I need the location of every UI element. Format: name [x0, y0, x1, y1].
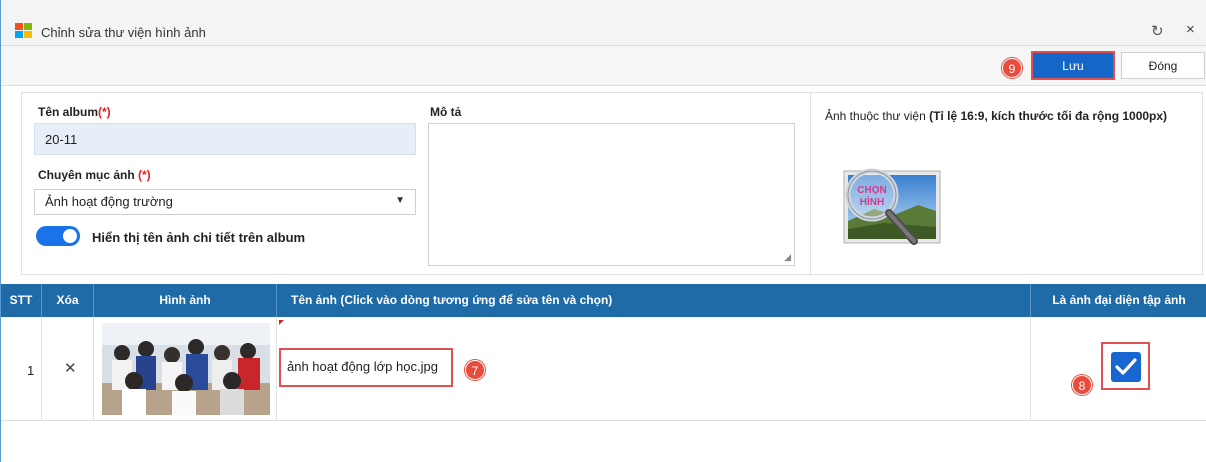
album-name-input[interactable] — [34, 123, 416, 155]
description-label: Mô tả — [430, 105, 462, 119]
close-button[interactable]: Đóng — [1121, 52, 1205, 79]
window-title: Chỉnh sửa thư viện hình ảnh — [41, 25, 206, 40]
classroom-photo — [102, 323, 270, 415]
delete-icon[interactable]: ✕ — [64, 359, 77, 377]
svg-text:HÌNH: HÌNH — [860, 195, 884, 208]
category-select[interactable]: Ảnh hoạt động trường ▼ — [34, 189, 416, 215]
save-button[interactable]: Lưu — [1031, 51, 1115, 80]
title-bar: Chỉnh sửa thư viện hình ảnh ↻ × — [1, 0, 1206, 46]
cover-checkbox[interactable] — [1111, 352, 1141, 382]
album-name-label: Tên album(*) — [38, 105, 111, 119]
required-mark: (*) — [98, 105, 111, 119]
close-window-icon[interactable]: × — [1186, 21, 1195, 38]
show-name-toggle[interactable] — [36, 226, 80, 246]
edit-gallery-window: Chỉnh sửa thư viện hình ảnh ↻ × 9 Lưu Đó… — [0, 0, 1206, 462]
app-logo-icon — [15, 23, 33, 39]
album-form: Tên album(*) Chuyên mục ảnh (*) Ảnh hoạt… — [21, 92, 1203, 275]
chevron-down-icon: ▼ — [395, 195, 405, 206]
toggle-knob — [63, 229, 77, 243]
col-header-cover: Là ảnh đại diện tập ảnh — [1052, 293, 1186, 307]
edit-corner-mark — [279, 320, 284, 325]
library-image-label: Ảnh thuộc thư viện (Tỉ lệ 16:9, kích thư… — [825, 109, 1168, 123]
category-selected-value: Ảnh hoạt động trường — [45, 194, 173, 209]
resize-grip-icon[interactable]: ◢ — [784, 252, 791, 263]
category-label: Chuyên mục ảnh (*) — [38, 168, 151, 182]
description-textarea[interactable]: ◢ — [428, 123, 795, 266]
choose-image-icon: CHỌN HÌNH — [843, 168, 941, 245]
row-number: 1 — [27, 363, 35, 378]
divider — [810, 93, 811, 274]
col-header-image: Hình ảnh — [94, 284, 277, 317]
cover-checkbox-frame[interactable] — [1101, 342, 1150, 390]
col-header-delete: Xóa — [42, 284, 94, 317]
svg-text:CHỌN: CHỌN — [857, 185, 886, 196]
refresh-icon[interactable]: ↻ — [1151, 22, 1164, 40]
cell-delete: ✕ — [42, 317, 94, 421]
checkmark-icon — [1115, 358, 1137, 375]
col-header-image-name: Tên ảnh (Click vào dòng tương ứng để sửa… — [277, 284, 1031, 317]
choose-image-button[interactable]: CHỌN HÌNH — [834, 165, 944, 255]
image-name-field[interactable]: ảnh hoạt động lớp học.jpg — [279, 348, 453, 387]
toolbar: 9 Lưu Đóng — [1, 46, 1206, 86]
step-badge-cover: 8 — [1072, 375, 1092, 395]
table-row[interactable]: 1 ✕ ảnh hoạt động lớp học.jpg 7 8 — [1, 317, 1206, 421]
show-name-label: Hiển thị tên ảnh chi tiết trên album — [92, 230, 306, 245]
step-badge-save: 9 — [1002, 58, 1022, 78]
row-thumbnail[interactable] — [102, 323, 270, 415]
required-mark: (*) — [138, 168, 151, 182]
cell-stt: 1 — [1, 317, 42, 421]
col-header-stt: STT — [1, 284, 42, 317]
table-header: STT Xóa Hình ảnh Tên ảnh (Click vào dòng… — [1, 284, 1206, 317]
step-badge-name: 7 — [465, 360, 485, 380]
